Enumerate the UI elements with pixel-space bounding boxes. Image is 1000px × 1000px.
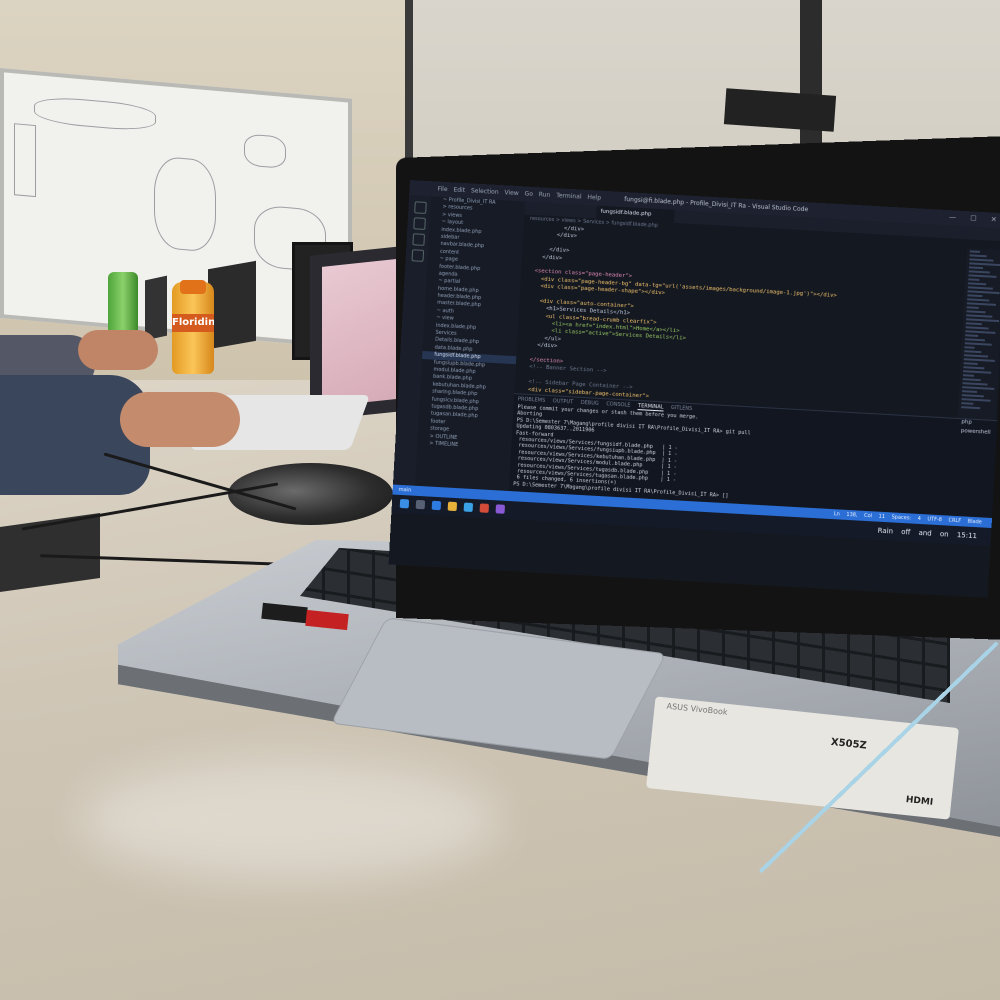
sticker-brand: ASUS VivoBook (666, 701, 728, 717)
tv-mount-bracket (723, 88, 837, 132)
gaming-mouse (228, 463, 393, 525)
folder-icon[interactable] (447, 501, 458, 512)
search-icon[interactable] (413, 217, 426, 230)
panel-tab[interactable]: OUTPUT (553, 398, 574, 405)
minimap-line (969, 254, 987, 258)
minimap-line (969, 250, 980, 253)
minimap-line (964, 338, 986, 342)
minimap-line (968, 282, 987, 286)
panel-tab[interactable]: GITLENS (671, 405, 693, 412)
minimap-line (965, 330, 996, 334)
minimap-line (963, 366, 985, 370)
wall-frame (800, 0, 822, 160)
minimap[interactable] (957, 248, 1000, 421)
terminal-shell-item[interactable]: powershell (957, 427, 997, 438)
whiteboard-scribble (34, 94, 156, 133)
chrome-icon[interactable] (479, 503, 490, 513)
terminal-list: php powershell (952, 418, 997, 518)
search-icon[interactable] (415, 499, 426, 510)
bottle-cap (180, 280, 206, 294)
photo-scene: Floridina ASUS VivoBook X505Z HDMI File … (0, 0, 1000, 1000)
weather-label[interactable]: Rain off and on (877, 527, 948, 539)
app-icon[interactable] (495, 504, 506, 514)
minimap-line (966, 302, 996, 306)
minimap-line (962, 374, 975, 377)
minimap-line (966, 314, 993, 318)
background-laptop (208, 260, 256, 350)
minimap-line (961, 398, 991, 402)
code-editor[interactable]: </div> </div> </div> </div> <section cla… (514, 223, 837, 409)
minimap-line (964, 354, 989, 358)
minimap-line (962, 378, 981, 382)
extensions-icon[interactable] (411, 249, 425, 262)
person-hand (120, 392, 240, 447)
desk-light-reflection (80, 760, 500, 880)
hdmi-logo: HDMI (905, 795, 934, 808)
sticker-model: X505Z (830, 736, 868, 752)
minimap-line (965, 326, 989, 330)
explorer-sidebar: ~ Profile_Divisi_IT RA > resources > views… (414, 196, 525, 491)
minimap-line (965, 334, 979, 337)
minimap-line (966, 310, 986, 314)
minimap-line (966, 306, 979, 309)
minimap-line (967, 290, 1000, 295)
minimap-line (962, 382, 988, 386)
minimap-line (964, 346, 975, 349)
minimap-line (967, 298, 990, 302)
person-hand (78, 330, 158, 370)
minimap-line (963, 370, 992, 374)
minimap-line (964, 342, 992, 346)
minimap-line (969, 258, 994, 262)
minimap-line (963, 362, 978, 365)
minimap-line (961, 406, 981, 410)
branch-indicator[interactable]: main (398, 485, 412, 496)
laptop-screen: File Edit Selection View Go Run Terminal… (388, 180, 1000, 598)
green-water-bottle (108, 272, 138, 338)
clock[interactable]: 15:11 (957, 531, 978, 540)
whiteboard-scribble (14, 123, 36, 198)
minimap-line (965, 322, 982, 326)
minimap-line (961, 394, 984, 398)
minimap-line (966, 318, 1000, 323)
start-icon[interactable] (399, 498, 410, 509)
minimap-line (969, 262, 1000, 267)
minimap-line (967, 294, 983, 298)
edge-icon[interactable] (431, 500, 442, 511)
minimap-line (964, 350, 982, 354)
minimap-line (962, 390, 978, 393)
minimap-line (967, 286, 993, 290)
minimap-line (968, 278, 980, 281)
source-control-icon[interactable] (412, 233, 426, 246)
minimap-line (963, 358, 995, 362)
minimap-line (968, 270, 990, 274)
minimap-line (962, 386, 995, 390)
background-laptop (145, 275, 167, 341)
vscode-icon[interactable] (463, 502, 474, 513)
minimap-line (961, 402, 974, 405)
bottle-label: Floridina (172, 314, 214, 332)
minimap-line (968, 266, 984, 270)
panel-tab[interactable]: PROBLEMS (518, 396, 546, 404)
whiteboard-scribble (154, 155, 216, 253)
minimap-line (968, 274, 997, 278)
explorer-icon[interactable] (414, 201, 427, 214)
panel-tab[interactable]: TERMINAL (637, 403, 664, 412)
whiteboard-scribble (244, 133, 286, 170)
